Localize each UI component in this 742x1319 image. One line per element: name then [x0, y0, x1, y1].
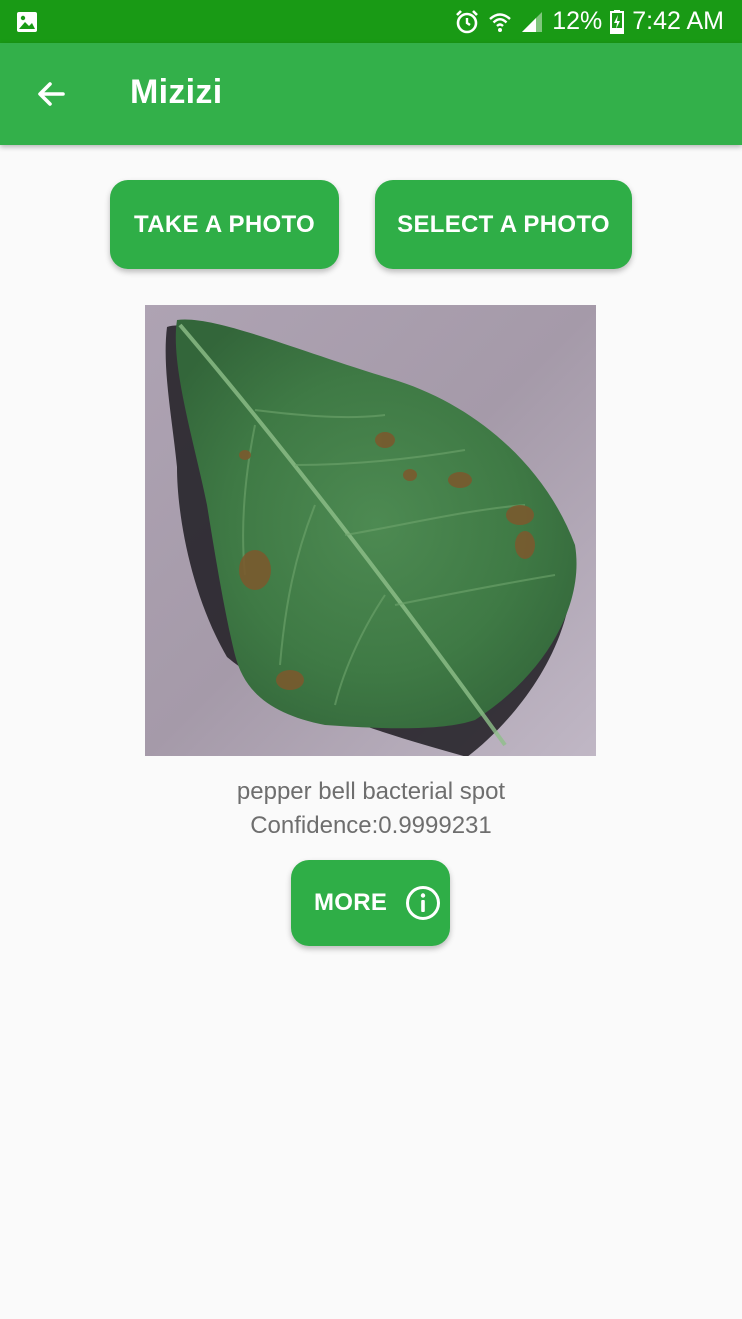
- status-time: 7:42 AM: [632, 7, 724, 35]
- battery-charging-icon: [610, 9, 625, 34]
- image-notification-icon: [16, 11, 38, 38]
- status-bar: 12% 7:42 AM: [0, 0, 742, 43]
- app-bar: Mizizi: [0, 43, 742, 145]
- wifi-icon: [488, 10, 512, 34]
- confidence-value: Confidence:0.9999231: [250, 812, 492, 839]
- leaf-photo: [145, 305, 596, 756]
- more-button-label: MORE: [314, 889, 388, 916]
- more-button[interactable]: MORE: [291, 860, 450, 946]
- take-photo-button[interactable]: TAKE A PHOTO: [110, 180, 339, 269]
- alarm-icon: [454, 9, 480, 35]
- prediction-label: pepper bell bacterial spot: [236, 778, 506, 805]
- back-button[interactable]: [30, 73, 72, 115]
- arrow-left-icon: [38, 82, 65, 106]
- app-title: Mizizi: [130, 73, 223, 111]
- select-photo-button[interactable]: SELECT A PHOTO: [375, 180, 632, 269]
- info-icon: [406, 886, 441, 920]
- signal-icon: [520, 10, 544, 34]
- battery-percent: 12%: [552, 7, 603, 35]
